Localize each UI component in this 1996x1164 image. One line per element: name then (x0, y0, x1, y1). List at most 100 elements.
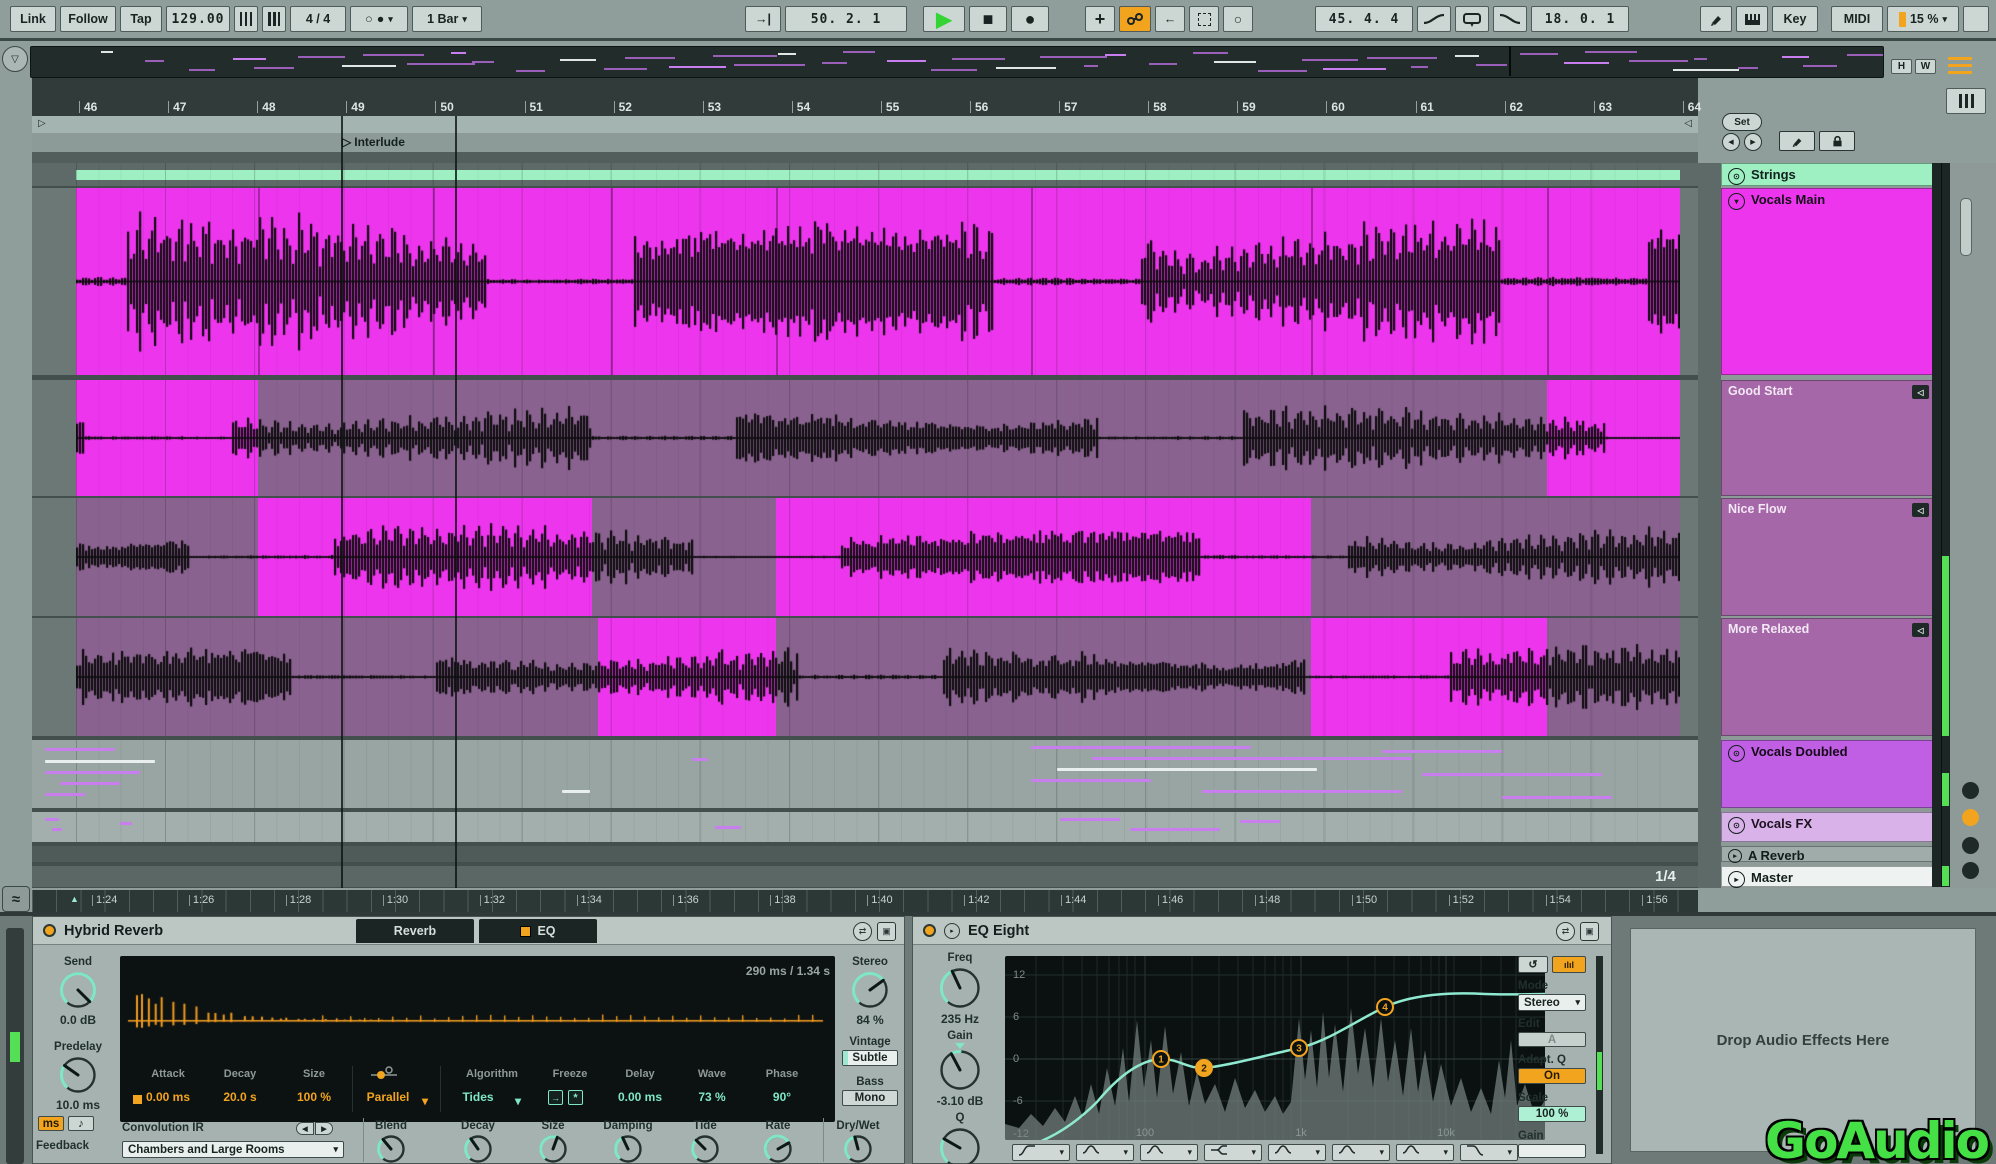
back-to-arrangement-button[interactable]: ← (1155, 6, 1185, 32)
sync-mode-button[interactable]: ♪ (68, 1116, 94, 1131)
vintage-selector[interactable]: Subtle (842, 1050, 898, 1066)
metronome-button[interactable]: ○●▾ (350, 6, 408, 32)
q-knob[interactable] (938, 1126, 982, 1164)
sends-toggle-button[interactable] (1962, 862, 1979, 879)
ms-mode-button[interactable]: ms (38, 1116, 64, 1131)
hotswap-icon[interactable]: ⇄ (1556, 922, 1575, 941)
track-header-vocals-doubled[interactable]: ⊙Vocals Doubled (1721, 740, 1935, 808)
punch-in-button[interactable] (1417, 6, 1451, 32)
algorithm-value[interactable]: Tides (462, 1090, 493, 1104)
play-button[interactable]: ▶ (923, 6, 965, 32)
overview-width-button[interactable]: W (1915, 59, 1936, 74)
stereo-knob[interactable] (850, 970, 890, 1015)
drywet-knob[interactable] (842, 1133, 874, 1164)
locator-row[interactable]: ▷Interlude (32, 133, 1698, 153)
track-header-master[interactable]: ▸Master (1721, 866, 1935, 887)
take-lane-nice-flow[interactable] (32, 498, 1698, 616)
edit-ab-button[interactable]: A (1518, 1032, 1586, 1047)
record-button[interactable]: ● (1011, 6, 1049, 32)
stop-button[interactable]: ■ (969, 6, 1007, 32)
band7-filter-type-dropdown[interactable]: ▾ (1396, 1144, 1454, 1161)
tempo-nudge-up-icon[interactable] (262, 6, 286, 32)
fold-arrangement-icon[interactable]: ▽ (2, 46, 28, 72)
mixer-toggle-button[interactable] (1962, 837, 1979, 854)
output-gain-value[interactable] (1518, 1144, 1586, 1158)
arrangement-overview[interactable] (30, 46, 1884, 78)
tempo-nudge-down-icon[interactable] (234, 6, 258, 32)
size-knob[interactable] (537, 1133, 569, 1164)
selection-box-button[interactable] (1189, 6, 1219, 32)
tap-tempo-button[interactable]: Tap (120, 6, 162, 32)
take-lane-more-relaxed[interactable] (32, 618, 1698, 736)
size-value[interactable]: 100 % (297, 1090, 331, 1104)
draw-mode-button[interactable] (1700, 6, 1732, 32)
save-preset-icon[interactable]: ▣ (1580, 922, 1599, 941)
decay-knob[interactable] (462, 1133, 494, 1164)
take-header-good-start[interactable]: Good Start ◁ (1721, 380, 1935, 496)
tempo-display[interactable]: 129.00 (166, 6, 230, 32)
predelay-value[interactable]: 10.0 ms (56, 1098, 100, 1112)
next-locator-button[interactable]: ▶ (1744, 133, 1762, 151)
analyze-button[interactable]: ılıl (1552, 956, 1586, 973)
returns-toggle-button[interactable] (1962, 809, 1979, 826)
follow-button[interactable]: Follow (60, 6, 116, 32)
eq-enabled-checkbox[interactable] (520, 926, 531, 937)
device-on-led[interactable] (923, 924, 936, 937)
eq-curve-display[interactable]: 1260-6-121001k10k1234 (1005, 956, 1545, 1140)
parallel-routing-menu[interactable]: Parallel (367, 1090, 410, 1104)
track-lane-vocals-doubled[interactable] (32, 740, 1698, 808)
audition-speaker-icon[interactable]: ◁ (1912, 623, 1929, 637)
prev-locator-button[interactable]: ◀ (1722, 133, 1740, 151)
ir-next-button[interactable]: ▶ (315, 1122, 333, 1135)
scale-value[interactable]: 100 % (1518, 1106, 1586, 1122)
loop-end-icon[interactable]: ◁ (1684, 118, 1692, 129)
freeze-in-button[interactable]: → (548, 1090, 563, 1105)
punch-out-button[interactable] (1493, 6, 1527, 32)
automation-mode-button[interactable]: ○ (1223, 6, 1253, 32)
hamburger-icon[interactable] (1948, 56, 1972, 74)
band2-filter-type-dropdown[interactable]: ▾ (1076, 1144, 1134, 1161)
key-map-button[interactable]: Key (1772, 6, 1818, 32)
freq-value[interactable]: 235 Hz (941, 1012, 979, 1026)
vertical-scrollbar[interactable] (1960, 198, 1972, 256)
track-lane-strings[interactable] (32, 163, 1698, 186)
attack-indicator[interactable] (133, 1095, 142, 1104)
eq-gain-knob[interactable] (938, 1048, 982, 1097)
track-header-vocals-fx[interactable]: ⊙Vocals FX (1721, 812, 1935, 842)
predelay-knob[interactable] (58, 1055, 98, 1100)
freeze-button[interactable]: * (568, 1090, 583, 1105)
band5-filter-type-dropdown[interactable]: ▾ (1268, 1144, 1326, 1161)
punch-position-display[interactable]: 45. 4. 4 (1315, 6, 1413, 32)
overview-height-button[interactable]: H (1891, 59, 1912, 74)
audition-button[interactable]: ↺ (1518, 956, 1548, 973)
phase-value[interactable]: 90° (773, 1090, 791, 1104)
track-lane-master[interactable] (32, 866, 1698, 887)
computer-midi-keyboard-button[interactable] (1736, 6, 1768, 32)
overdub-button[interactable] (1119, 6, 1151, 32)
device-header[interactable]: ▸ EQ Eight (913, 917, 1611, 945)
mode-dropdown[interactable]: Stereo▾ (1518, 994, 1586, 1011)
band6-filter-type-dropdown[interactable]: ▾ (1332, 1144, 1390, 1161)
attack-value[interactable]: 0.00 ms (146, 1090, 190, 1104)
locator-interlude[interactable]: ▷Interlude (342, 135, 405, 149)
new-button[interactable]: + (1085, 6, 1115, 32)
band8-filter-type-dropdown[interactable]: ▾ (1460, 1144, 1518, 1161)
quantize-menu[interactable]: 1 Bar▾ (412, 6, 482, 32)
track-header-a-reverb[interactable]: ▸A Reverb (1721, 846, 1935, 862)
fold-device-icon[interactable]: ▸ (944, 923, 960, 939)
band3-filter-type-dropdown[interactable]: ▾ (1140, 1144, 1198, 1161)
audition-speaker-icon[interactable]: ◁ (1912, 385, 1929, 399)
adapt-q-toggle[interactable]: On (1518, 1068, 1586, 1084)
delay-value[interactable]: 0.00 ms (618, 1090, 662, 1104)
arrangement-position-display[interactable]: 50. 2. 1 (785, 6, 907, 32)
loop-button[interactable] (1455, 6, 1489, 32)
tab-reverb[interactable]: Reverb (356, 919, 474, 943)
decay-value[interactable]: 20.0 s (223, 1090, 256, 1104)
draw-automation-button[interactable] (1779, 131, 1815, 151)
track-header-strings[interactable]: ⊙Strings (1721, 163, 1935, 186)
io-toggle-button[interactable] (1962, 782, 1979, 799)
bass-mono-selector[interactable]: Mono (842, 1090, 898, 1106)
punch-length-display[interactable]: 18. 0. 1 (1531, 6, 1629, 32)
mixer-sections-button[interactable] (1946, 88, 1986, 114)
device-on-led[interactable] (43, 924, 56, 937)
